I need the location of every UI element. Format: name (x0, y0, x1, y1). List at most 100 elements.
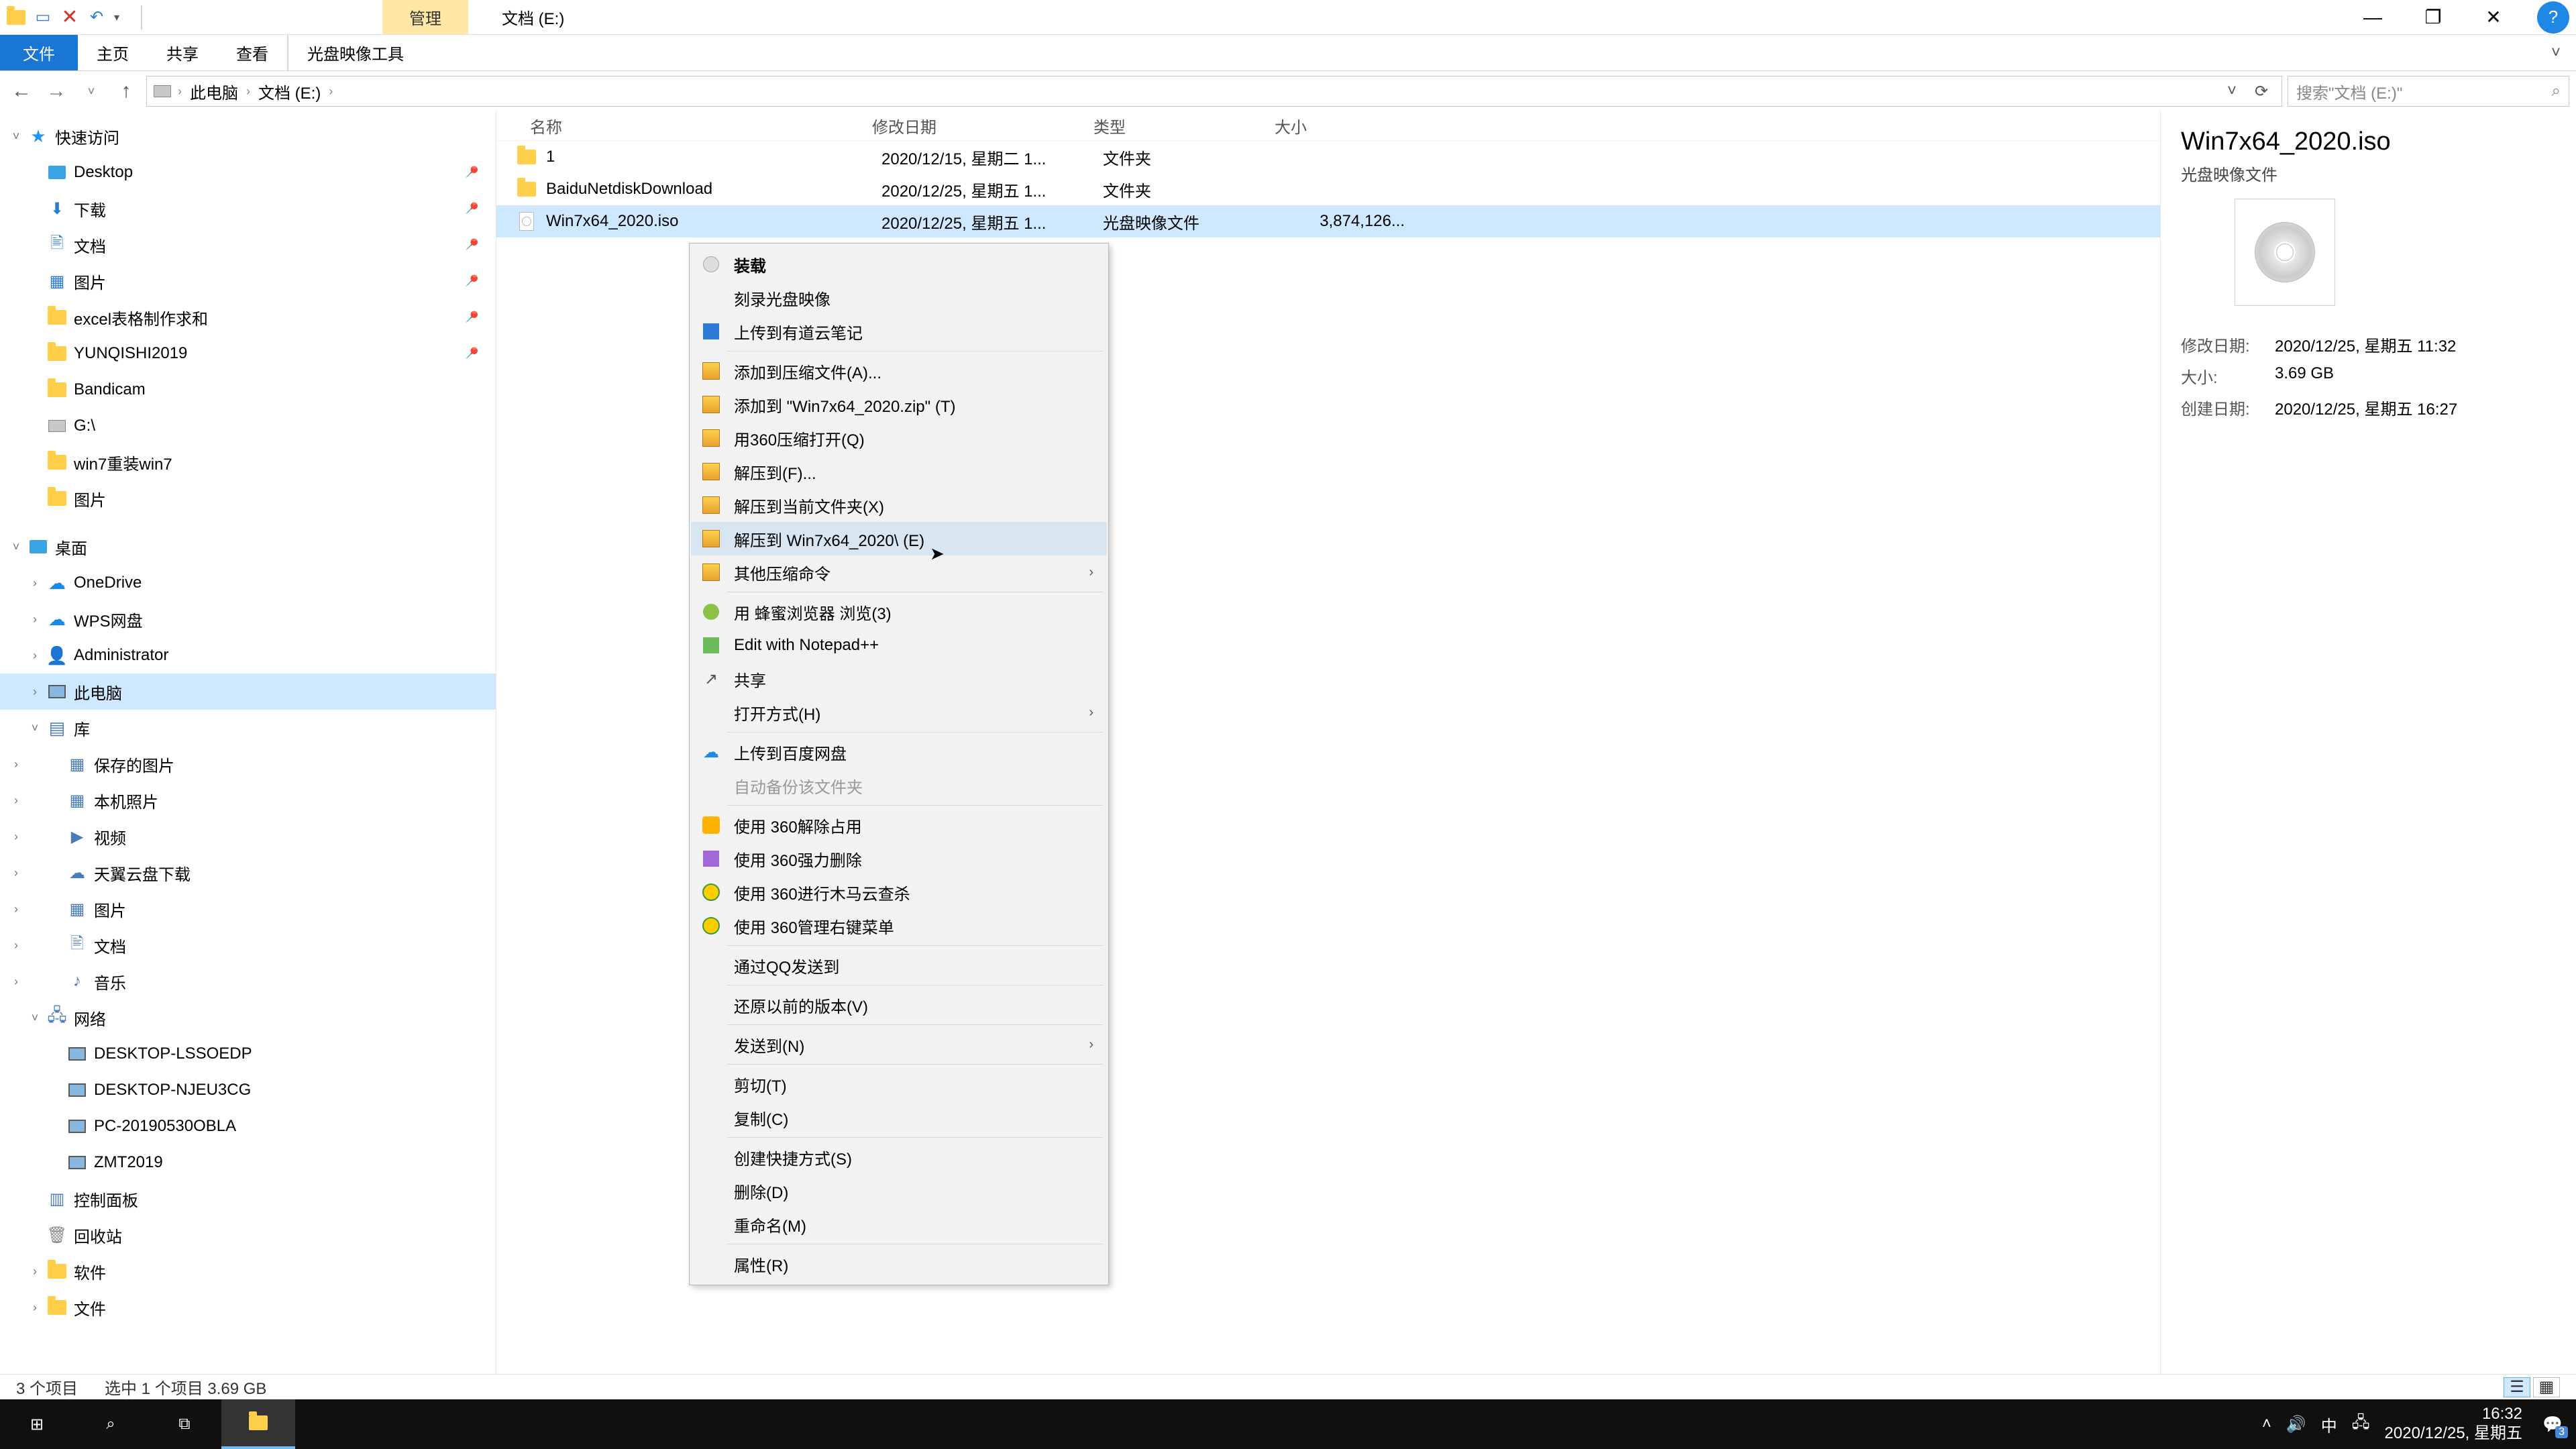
nav-recent-dropdown[interactable]: ˅ (76, 76, 106, 106)
menu-item[interactable]: Edit with Notepad++ (691, 629, 1107, 662)
action-center-icon[interactable]: 💬3 (2537, 1409, 2568, 1440)
task-view-button[interactable]: ⧉ (148, 1399, 221, 1449)
nav-item[interactable]: ›文件 (0, 1289, 496, 1326)
menu-item[interactable]: 通过QQ发送到 (691, 949, 1107, 982)
qat-properties-icon[interactable]: ▭ (34, 8, 52, 27)
minimize-button[interactable]: — (2343, 1, 2403, 34)
nav-item[interactable]: ›▦图片 (0, 891, 496, 927)
nav-libraries[interactable]: ˅▤库 (0, 710, 496, 746)
menu-item[interactable]: 使用 360管理右键菜单 (691, 909, 1107, 943)
crumb-this-pc[interactable]: 此电脑 (190, 80, 238, 103)
volume-icon[interactable]: 🔊 (2286, 1415, 2306, 1434)
nav-desktop[interactable]: ˅桌面 (0, 529, 496, 565)
menu-item[interactable]: 添加到 "Win7x64_2020.zip" (T) (691, 388, 1107, 421)
taskbar-explorer[interactable] (221, 1399, 295, 1449)
menu-item[interactable]: ↗共享 (691, 662, 1107, 696)
file-row[interactable]: Win7x64_2020.iso 2020/12/25, 星期五 1... 光盘… (496, 205, 2160, 237)
nav-item[interactable]: 🗑回收站 (0, 1217, 496, 1253)
menu-item[interactable]: 还原以前的版本(V) (691, 988, 1107, 1022)
search-input[interactable]: 搜索"文档 (E:)" ⌕ (2288, 76, 2569, 107)
nav-quick-item[interactable]: Desktop📍 (0, 154, 496, 191)
help-button[interactable]: ? (2537, 1, 2569, 34)
menu-item[interactable]: 装载 (691, 248, 1107, 281)
explorer-icon[interactable] (7, 8, 25, 27)
file-row[interactable]: BaiduNetdiskDownload 2020/12/25, 星期五 1..… (496, 173, 2160, 205)
col-header-date[interactable]: 修改日期 (872, 114, 1093, 138)
ribbon-tab-home[interactable]: 主页 (78, 35, 148, 70)
nav-quick-access[interactable]: ˅★快速访问 (0, 118, 496, 154)
menu-item[interactable]: 打开方式(H)› (691, 696, 1107, 729)
nav-up-button[interactable]: ↑ (111, 76, 141, 106)
ribbon-expand-button[interactable]: ˅ (2536, 35, 2576, 70)
crumb-sep[interactable]: › (246, 85, 250, 99)
menu-item[interactable]: 上传到有道云笔记 (691, 315, 1107, 348)
ime-indicator[interactable]: 中 (2321, 1413, 2337, 1436)
menu-item[interactable]: 使用 360解除占用 (691, 808, 1107, 842)
menu-item[interactable]: 删除(D) (691, 1174, 1107, 1208)
crumb-sep[interactable]: › (178, 85, 182, 99)
view-details-button[interactable]: ☰ (2504, 1377, 2530, 1397)
menu-item[interactable]: 属性(R) (691, 1247, 1107, 1281)
tray-overflow-icon[interactable]: ˄ (2262, 1415, 2271, 1434)
nav-item[interactable]: ZMT2019 (0, 1144, 496, 1181)
clock[interactable]: 16:32 2020/12/25, 星期五 (2385, 1405, 2522, 1444)
nav-quick-item[interactable]: 🖹文档📍 (0, 227, 496, 263)
nav-item[interactable]: ›▦保存的图片 (0, 746, 496, 782)
start-button[interactable]: ⊞ (0, 1399, 74, 1449)
search-icon[interactable]: ⌕ (2552, 82, 2561, 101)
menu-item[interactable]: 用360压缩打开(Q) (691, 421, 1107, 455)
address-box[interactable]: › 此电脑 › 文档 (E:) › ˅ ⟳ (146, 76, 2282, 107)
menu-item[interactable]: 创建快捷方式(S) (691, 1140, 1107, 1174)
ribbon-file-tab[interactable]: 文件 (0, 35, 78, 70)
nav-item[interactable]: ›▶视频 (0, 818, 496, 855)
nav-item[interactable]: PC-20190530OBLA (0, 1108, 496, 1144)
crumb-current[interactable]: 文档 (E:) (258, 80, 321, 103)
crumb-sep[interactable]: › (329, 85, 333, 99)
nav-item[interactable]: ›☁WPS网盘 (0, 601, 496, 637)
menu-item[interactable]: 其他压缩命令› (691, 555, 1107, 589)
menu-item[interactable]: 解压到当前文件夹(X) (691, 488, 1107, 522)
view-icons-button[interactable]: ▦ (2533, 1377, 2560, 1397)
nav-quick-item[interactable]: Bandicam (0, 372, 496, 408)
nav-item[interactable]: DESKTOP-LSSOEDP (0, 1036, 496, 1072)
nav-quick-item[interactable]: YUNQISHI2019📍 (0, 335, 496, 372)
menu-item[interactable]: 用 蜂蜜浏览器 浏览(3) (691, 595, 1107, 629)
nav-quick-item[interactable]: ▦图片📍 (0, 263, 496, 299)
menu-item[interactable]: 解压到 Win7x64_2020\ (E) (691, 522, 1107, 555)
nav-this-pc[interactable]: ›此电脑 (0, 674, 496, 710)
menu-item[interactable]: 复制(C) (691, 1101, 1107, 1134)
nav-item[interactable]: ›☁OneDrive (0, 565, 496, 601)
nav-item[interactable]: DESKTOP-NJEU3CG (0, 1072, 496, 1108)
menu-item[interactable]: 添加到压缩文件(A)... (691, 354, 1107, 388)
nav-quick-item[interactable]: ⬇下载📍 (0, 191, 496, 227)
menu-item[interactable]: 使用 360进行木马云查杀 (691, 875, 1107, 909)
ribbon-tab-view[interactable]: 查看 (217, 35, 287, 70)
ribbon-tab-disc-tools[interactable]: 光盘映像工具 (288, 35, 423, 70)
nav-back-button[interactable]: ← (7, 76, 36, 106)
nav-network[interactable]: ˅🖧网络 (0, 1000, 496, 1036)
nav-quick-item[interactable]: G:\ (0, 408, 496, 444)
nav-item[interactable]: ›♪音乐 (0, 963, 496, 1000)
menu-item[interactable]: 解压到(F)... (691, 455, 1107, 488)
qat-delete-icon[interactable]: ✕ (60, 8, 79, 27)
maximize-button[interactable]: ❐ (2403, 1, 2463, 34)
ribbon-tab-share[interactable]: 共享 (148, 35, 217, 70)
col-header-type[interactable]: 类型 (1093, 114, 1275, 138)
menu-item[interactable]: 刻录光盘映像 (691, 281, 1107, 315)
close-button[interactable]: ✕ (2463, 1, 2524, 34)
qat-undo-icon[interactable]: ↶ (87, 8, 106, 27)
nav-forward-button[interactable]: → (42, 76, 71, 106)
refresh-button[interactable]: ⟳ (2248, 78, 2275, 105)
col-header-size[interactable]: 大小 (1275, 114, 1409, 138)
network-icon[interactable]: 🖧 (2352, 1411, 2370, 1438)
nav-item[interactable]: ›👤Administrator (0, 637, 496, 674)
qat-customize-dropdown[interactable]: ▾ (114, 11, 127, 24)
menu-item[interactable]: 使用 360强力删除 (691, 842, 1107, 875)
address-dropdown[interactable]: ˅ (2218, 78, 2245, 105)
file-row[interactable]: 1 2020/12/15, 星期二 1... 文件夹 (496, 141, 2160, 173)
nav-item[interactable]: ›🖹文档 (0, 927, 496, 963)
menu-item[interactable]: 发送到(N)› (691, 1028, 1107, 1061)
nav-item[interactable]: ›▦本机照片 (0, 782, 496, 818)
menu-item[interactable]: ☁上传到百度网盘 (691, 735, 1107, 769)
nav-quick-item[interactable]: excel表格制作求和📍 (0, 299, 496, 335)
